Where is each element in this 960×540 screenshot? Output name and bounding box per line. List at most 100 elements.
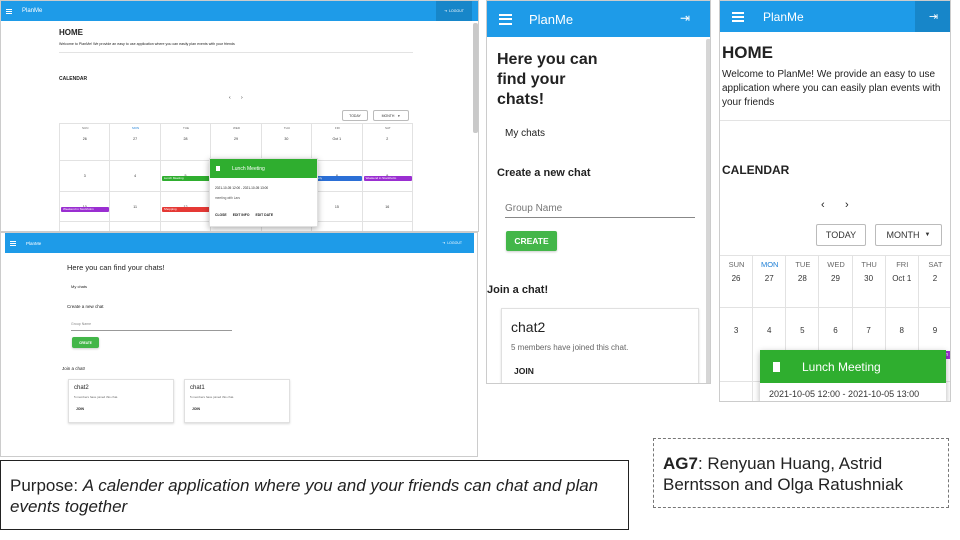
day-number: 26: [82, 137, 87, 141]
calendar-day[interactable]: 27: [753, 256, 787, 308]
mobile-home-screenshot: PlanMe ⇥ HOME Welcome to PlanMe! We prov…: [719, 0, 951, 402]
today-button[interactable]: TODAY: [342, 110, 368, 121]
today-button[interactable]: TODAY: [816, 224, 866, 246]
menu-icon[interactable]: [499, 13, 512, 25]
calendar-day[interactable]: 10: [720, 382, 754, 401]
divider: [720, 120, 950, 121]
popup-title: Lunch Meeting: [232, 165, 265, 172]
popup-time: 2021-10-05 12:00 - 2021-10-05 13:00: [215, 186, 269, 190]
calendar-day[interactable]: 11: [110, 192, 161, 222]
chevron-down-icon: ▼: [397, 113, 401, 118]
trash-icon[interactable]: [216, 166, 220, 171]
logout-button[interactable]: ⇥ LOGOUT: [436, 1, 472, 21]
chat-name: chat2: [74, 385, 89, 391]
menu-icon[interactable]: [10, 240, 16, 246]
group-name-input[interactable]: Group Name: [505, 203, 695, 218]
calendar-day[interactable]: 28: [786, 256, 820, 308]
day-number: Oct 1: [332, 137, 342, 141]
calendar-day[interactable]: 16: [362, 192, 413, 222]
calendar-day[interactable]: 26: [720, 256, 754, 308]
calendar-day[interactable]: 26: [60, 124, 111, 161]
trash-icon[interactable]: [773, 361, 780, 372]
calendar-day[interactable]: 2: [362, 124, 413, 161]
edit-date-button[interactable]: EDIT DATE: [255, 213, 273, 217]
calendar-day[interactable]: 28: [160, 124, 212, 161]
chat-members: 5 members have joined this chat.: [511, 343, 629, 352]
join-button[interactable]: JOIN: [514, 366, 698, 376]
my-chats-label: My chats: [505, 128, 546, 139]
day-number: Oct 1: [892, 274, 912, 283]
day-number: 28: [183, 137, 188, 141]
calendar-event[interactable]: Shopping: [161, 207, 211, 212]
chat-card: chat1 5 members have joined this chat. J…: [184, 379, 290, 423]
logout-icon[interactable]: ⇥: [680, 11, 690, 25]
group-name-input[interactable]: Group Name: [71, 322, 232, 331]
event-popup: Lunch Meeting 2021-10-05 12:00 - 2021-10…: [209, 158, 318, 227]
day-number: 28: [797, 274, 807, 283]
calendar-day[interactable]: 30: [261, 124, 313, 161]
logout-button[interactable]: ⇥ LOGOUT: [442, 233, 462, 253]
create-button[interactable]: CREATE: [506, 231, 557, 251]
app-bar: PlanMe ⇥: [720, 1, 950, 32]
calendar-event[interactable]: Weekend in Stockholm: [61, 207, 110, 212]
calendar-day[interactable]: 22: [312, 222, 363, 231]
chat-name: chat2: [511, 319, 546, 335]
page-title: HOME: [59, 28, 83, 37]
chevron-down-icon: ▼: [924, 232, 931, 238]
day-number: 5: [800, 326, 805, 335]
calendar-day[interactable]: 3: [60, 161, 111, 192]
scrollbar[interactable]: [473, 23, 478, 133]
app-title: PlanMe: [763, 9, 804, 24]
day-number: 26: [731, 274, 741, 283]
day-number: 4: [134, 174, 137, 178]
calendar-day[interactable]: 30: [852, 256, 886, 308]
logout-button[interactable]: ⇥: [915, 1, 950, 32]
welcome-text: Welcome to PlanMe! We provide an easy to…: [722, 69, 941, 108]
calendar-day[interactable]: Oct 1: [312, 124, 363, 161]
day-number: 8: [899, 326, 904, 335]
popup-header: Lunch Meeting: [760, 350, 946, 383]
menu-icon[interactable]: [732, 11, 744, 22]
chat-name: chat1: [190, 385, 205, 391]
menu-icon[interactable]: [6, 8, 12, 14]
calendar-event[interactable]: Lunch Meeting: [161, 176, 211, 181]
prev-month-button[interactable]: ‹: [821, 199, 825, 211]
app-bar: PlanMe ⇥ LOGOUT: [1, 1, 478, 21]
calendar-day[interactable]: 3: [720, 308, 754, 382]
next-month-button[interactable]: ›: [845, 199, 849, 211]
month-select[interactable]: MONTH ▼: [373, 110, 409, 121]
calendar-day[interactable]: 23: [363, 222, 413, 231]
calendar-event[interactable]: Weekend in Stockholm: [363, 176, 412, 181]
close-button[interactable]: CLOSE: [215, 213, 227, 217]
day-number: 10: [720, 400, 752, 401]
edit-info-button[interactable]: EDIT INFO: [233, 213, 250, 217]
calendar-day[interactable]: 17: [60, 222, 111, 231]
calendar-day[interactable]: 18: [110, 222, 161, 231]
calendar-event[interactable]: Party: [313, 176, 362, 181]
logout-icon: ⇥: [444, 9, 448, 13]
day-number: 7: [866, 326, 871, 335]
join-button[interactable]: JOIN: [76, 407, 173, 411]
calendar-day[interactable]: Oct 1: [885, 256, 919, 308]
prev-month-button[interactable]: ‹: [229, 95, 231, 101]
calendar-day[interactable]: 4: [110, 161, 161, 192]
create-button[interactable]: CREATE: [72, 337, 99, 348]
calendar-day[interactable]: 27: [110, 124, 161, 161]
join-button[interactable]: JOIN: [192, 407, 289, 411]
next-month-button[interactable]: ›: [241, 95, 243, 101]
calendar-day[interactable]: 2: [918, 256, 950, 308]
calendar-day[interactable]: 19: [161, 222, 212, 231]
app-title: PlanMe: [22, 8, 43, 14]
chats-heading: Here you can find your chats!: [67, 263, 165, 272]
calendar-day[interactable]: 29: [819, 256, 853, 308]
calendar-day[interactable]: 15: [312, 192, 363, 222]
welcome-text: Welcome to PlanMe! We provide an easy to…: [59, 42, 235, 46]
month-select[interactable]: MONTH ▼: [875, 224, 942, 246]
popup-description: meeting with Lars: [215, 196, 240, 200]
mobile-chats-screenshot: PlanMe ⇥ Here you can find your chats! M…: [486, 0, 711, 384]
app-bar: PlanMe ⇥ LOGOUT: [5, 233, 474, 253]
day-number: 2: [932, 274, 938, 283]
popup-title: Lunch Meeting: [802, 359, 881, 374]
calendar-day[interactable]: 29: [211, 124, 262, 161]
scrollbar[interactable]: [706, 39, 710, 383]
